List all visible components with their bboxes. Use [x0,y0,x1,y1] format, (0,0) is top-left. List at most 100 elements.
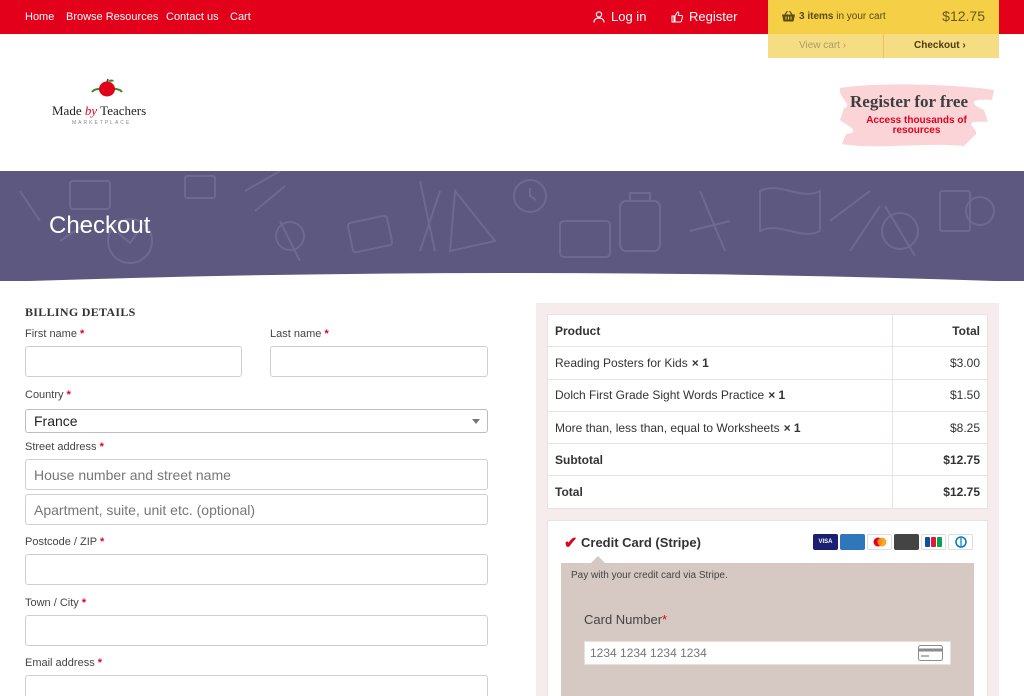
city-label-text: Town / City [25,597,79,609]
order-item-qty: × 1 [783,420,801,435]
total-value: $12.75 [892,475,988,509]
required-mark: * [100,536,105,548]
postcode-label: Postcode / ZIP * [25,536,104,548]
email-input[interactable] [25,675,488,696]
cart-items-count: 3 items [799,11,834,22]
nav-cart[interactable]: Cart [230,11,251,23]
card-number-label-text: Card Number [584,612,663,627]
required-mark: * [80,328,85,340]
city-input[interactable] [25,615,488,646]
paybox-notch [591,556,605,563]
col-product-header: Product [547,313,893,348]
order-item-name: More than, less than, equal to Worksheet… [555,420,780,435]
view-cart-link[interactable]: View cart › [799,40,846,51]
check-icon[interactable]: ✔ [564,533,577,553]
order-item-name: Dolch First Grade Sight Words Practice [555,388,765,403]
order-item-total: $3.00 [892,346,988,380]
mastercard-icon [867,534,892,550]
required-mark: * [662,612,668,627]
mini-cart: 3 items in your cart $12.75 View cart › … [768,0,999,58]
col-total-header: Total [892,313,988,348]
city-label: Town / City * [25,597,86,609]
first-name-label: First name * [25,328,84,340]
logo-teachers: Teachers [97,103,147,118]
subtotal-value: $12.75 [892,443,988,477]
payment-method-label[interactable]: Credit Card (Stripe) [581,535,701,550]
apple-icon [91,78,123,97]
country-value: France [34,413,78,429]
dropdown-caret-icon [472,419,480,424]
order-item-row: Dolch First Grade Sight Words Practice × … [547,378,988,412]
discover-icon [894,534,919,550]
view-cart-label: View cart [799,40,840,51]
logo-made: Made [52,103,85,118]
nav-browse-resources[interactable]: Browse Resources [66,11,158,23]
required-mark: * [99,441,104,453]
basket-icon [782,11,795,22]
school-doodles-background [19,171,995,264]
email-label-text: Email address [25,657,95,669]
nav-home[interactable]: Home [25,11,54,23]
required-mark: * [324,328,329,340]
logo-by: by [84,103,98,118]
login-label: Log in [611,9,647,24]
last-name-label-text: Last name [270,328,322,340]
cart-items-suffix: in your cart [836,11,886,22]
required-mark: * [66,389,71,401]
order-item-qty: × 1 [691,355,709,370]
user-icon [593,10,605,23]
banner-curve [29,273,995,281]
register-promo[interactable]: Register for free Access thousands of re… [834,80,999,150]
amex-icon [840,534,865,550]
last-name-input[interactable] [270,346,488,377]
country-label-text: Country [25,389,64,401]
last-name-label: Last name * [270,328,329,340]
mini-cart-summary[interactable]: 3 items in your cart $12.75 [768,0,999,34]
first-name-label-text: First name [25,328,77,340]
card-brand-icons: VISA [813,534,973,550]
cart-divider [883,34,884,58]
subtotal-row: Subtotal $12.75 [547,443,988,477]
thumbs-up-icon [671,10,683,22]
street-address-2-input[interactable] [25,494,488,525]
order-item-total: $1.50 [892,378,988,412]
order-item-row: More than, less than, equal to Worksheet… [547,410,988,445]
order-item-row: Reading Posters for Kids × 1 $3.00 [547,346,988,380]
logo-text: Made by Teachers [52,103,146,119]
required-mark: * [97,657,103,669]
email-label: Email address * [25,657,102,669]
total-label: Total [547,475,893,509]
credit-card-icon [918,645,943,661]
first-name-input[interactable] [25,346,242,377]
card-number-input[interactable] [584,641,951,665]
billing-details-heading: BILLING DETAILS [25,305,136,319]
login-link[interactable]: Log in [593,9,646,24]
country-label: Country * [25,389,71,401]
required-mark: * [81,597,87,609]
order-header-row: Product Total [547,313,988,348]
promo-title: Register for free [850,92,968,111]
postcode-input[interactable] [25,554,488,585]
order-item-total: $8.25 [892,410,988,445]
page-banner: Checkout [0,171,1024,281]
checkout-link[interactable]: Checkout › [914,40,966,51]
page-title: Checkout [49,212,151,239]
order-item-qty: × 1 [768,388,786,403]
nav-contact-us[interactable]: Contact us [166,11,219,23]
subtotal-label: Subtotal [547,443,893,477]
register-link[interactable]: Register [671,9,737,24]
card-number-label: Card Number* [584,612,667,627]
site-logo[interactable]: Made by Teachers MARKETPLACE [50,78,165,130]
country-select[interactable]: France [25,409,488,433]
jcb-icon [921,534,946,550]
total-row: Total $12.75 [547,475,988,509]
diners-club-icon [948,534,973,550]
stripe-payment-box [561,563,974,696]
order-table: Product Total Reading Posters for Kids × … [547,313,988,509]
cart-total: $12.75 [942,8,985,24]
payment-description: Pay with your credit card via Stripe. [571,570,728,581]
register-label: Register [689,9,738,24]
postcode-label-text: Postcode / ZIP [25,536,97,548]
street-address-input[interactable] [25,459,488,490]
street-address-label: Street address * [25,441,104,453]
